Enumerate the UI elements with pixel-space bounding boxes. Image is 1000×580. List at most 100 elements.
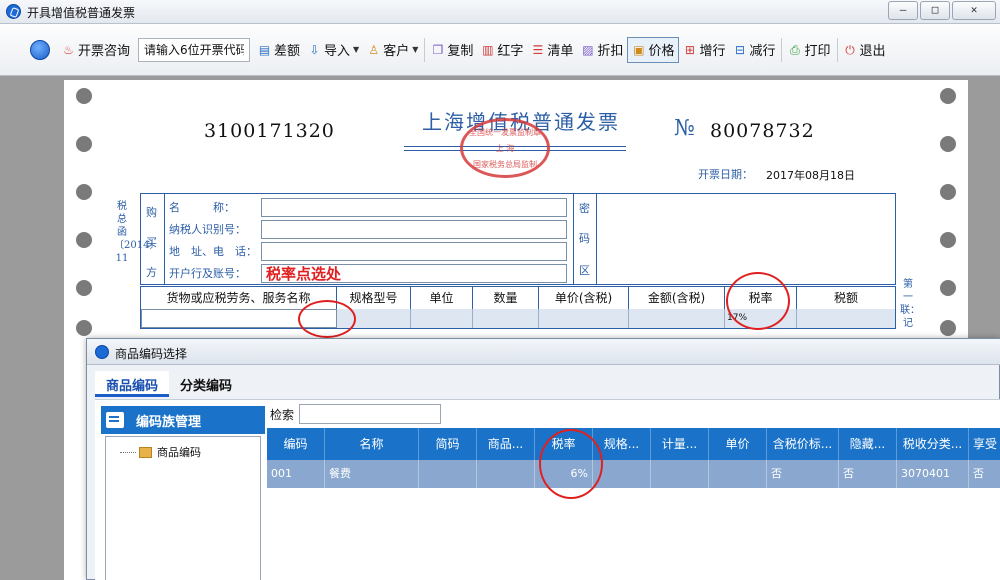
print-button[interactable]: ⎙ 打印 — [784, 37, 834, 63]
search-input[interactable] — [299, 404, 441, 424]
app-logo-icon — [6, 4, 21, 19]
close-button[interactable]: ✕ — [952, 1, 996, 20]
sprocket-hole — [940, 320, 956, 336]
invoice-number: 80078732 — [710, 120, 815, 142]
consult-icon: ♨ — [63, 42, 74, 57]
grid-col-enjoy[interactable]: 享受 — [969, 428, 1000, 460]
grid-col-name[interactable]: 名称 — [325, 428, 419, 460]
col-unit: 单位 — [411, 287, 473, 309]
power-icon: ⏻ — [845, 42, 855, 57]
chevron-down-icon: ▼ — [412, 45, 419, 54]
price-label: 价格 — [648, 44, 675, 59]
highlight-ring-name — [298, 300, 356, 338]
sprocket-hole — [76, 320, 92, 336]
buyer-section: 购 买 方 名 称： 纳税人识别号： 地 址、电 话： 开户行及账号： 密 码 … — [140, 193, 896, 285]
seal-text-mid: 上 海 — [495, 144, 515, 153]
customer-icon: ♙ — [368, 42, 380, 57]
tax-seal-stamp: 全国统一发票监制章 上 海 国家税务总局监制 — [460, 118, 550, 178]
grid-col-code[interactable]: 编码 — [267, 428, 325, 460]
buyer-side-char: 购 — [146, 206, 157, 219]
delete-row-button[interactable]: ⊟ 减行 — [729, 37, 779, 63]
seal-text-bottom: 国家税务总局监制 — [473, 160, 537, 169]
folder-icon — [139, 446, 152, 458]
grid-col-product[interactable]: 商品... — [477, 428, 535, 460]
discount-button[interactable]: ▨ 折扣 — [577, 37, 627, 63]
tax-rate-hint: 税率点选处 — [266, 265, 342, 283]
quantity-cell[interactable] — [473, 309, 539, 328]
cell-product — [477, 460, 535, 488]
exit-button[interactable]: ⏻ 退出 — [840, 37, 890, 63]
cipher-side-char: 密 — [579, 202, 590, 215]
list-button[interactable]: ☰ 清单 — [527, 37, 577, 63]
add-row-button[interactable]: ⊞ 增行 — [679, 37, 729, 63]
diff-button[interactable]: ▤ 差额 — [254, 37, 304, 63]
customer-button[interactable]: ♙ 客户 ▼ — [363, 37, 422, 63]
col-quantity: 数量 — [473, 287, 539, 309]
sprocket-hole — [76, 136, 92, 152]
sprocket-hole — [76, 88, 92, 104]
grid-col-unit-price[interactable]: 单价 — [709, 428, 767, 460]
import-icon: ⇩ — [309, 42, 320, 57]
unit-price-cell[interactable] — [539, 309, 629, 328]
app-home-icon[interactable] — [30, 39, 50, 60]
red-invoice-label: 红字 — [497, 44, 524, 59]
dialog-tabs: 商品编码 分类编码 — [95, 371, 243, 397]
cell-tax-inclusive: 否 — [767, 460, 839, 488]
import-button[interactable]: ⇩ 导入 ▼ — [304, 37, 363, 63]
sprocket-hole — [940, 88, 956, 104]
window-titlebar: 开具增值税普通发票 — □ ✕ — [0, 0, 1000, 24]
maximize-button[interactable]: □ — [920, 1, 950, 20]
cell-unit-price — [709, 460, 767, 488]
sprocket-hole — [76, 232, 92, 248]
cell-hidden: 否 — [839, 460, 897, 488]
highlight-ring-rate — [726, 272, 790, 330]
unit-cell[interactable] — [411, 309, 473, 328]
invoice-code: 3100171320 — [204, 120, 335, 142]
grid-col-hidden[interactable]: 隐藏... — [839, 428, 897, 460]
tab-category-code[interactable]: 分类编码 — [169, 371, 243, 397]
grid-col-short-code[interactable]: 简码 — [419, 428, 477, 460]
code-family-header[interactable]: 编码族管理 — [101, 406, 265, 434]
buyer-name-field[interactable] — [261, 197, 567, 217]
consult-button[interactable]: ♨ 开票咨询 — [58, 37, 134, 63]
dialog-app-icon — [95, 345, 109, 359]
chevron-down-icon: ▼ — [353, 45, 360, 54]
price-button[interactable]: ▣ 价格 — [627, 36, 680, 63]
issue-date-label: 开票日期： — [698, 168, 753, 181]
sprocket-hole — [940, 232, 956, 248]
buyer-side-char: 方 — [146, 266, 157, 279]
invoice-code-input[interactable] — [138, 37, 251, 62]
tab-product-code[interactable]: 商品编码 — [95, 371, 170, 397]
red-invoice-button[interactable]: ▥ 红字 — [477, 37, 527, 63]
search-label: 检索 — [270, 408, 295, 422]
cell-enjoy: 否 — [973, 467, 984, 480]
add-row-label: 增行 — [699, 44, 726, 59]
col-amount: 金额(含税) — [629, 287, 725, 309]
table-row[interactable]: 001 餐费 6% 否 否 3070401 否 — [267, 460, 1000, 488]
cell-measure — [651, 460, 709, 488]
buyer-address-label: 地 址、电 话： — [169, 245, 257, 258]
import-label: 导入 — [324, 44, 351, 59]
buyer-taxid-row: 纳税人识别号： — [169, 218, 567, 240]
code-tree: 商品编码 — [105, 436, 261, 580]
watermark-text: Bai du 经验 — [768, 500, 955, 535]
buyer-address-field[interactable] — [261, 241, 567, 261]
watermark-url: jingyan.baidu.com — [768, 536, 898, 552]
minimize-button[interactable]: — — [888, 1, 918, 20]
col-tax-amount: 税额 — [833, 291, 858, 305]
dialog-titlebar: 商品编码选择 — [87, 339, 1000, 365]
buyer-taxid-field[interactable] — [261, 219, 567, 239]
amount-cell[interactable] — [629, 309, 725, 328]
copy-button[interactable]: ❐ 复制 — [427, 37, 477, 63]
grid-col-measure[interactable]: 计量... — [651, 428, 709, 460]
grid-header: 编码 名称 简码 商品... 税率 规格... 计量... 单价 含税价标...… — [267, 428, 1000, 460]
tree-item-label: 商品编码 — [157, 446, 201, 459]
toolbar-divider — [781, 37, 783, 62]
cell-name: 餐费 — [325, 460, 419, 488]
consult-label: 开票咨询 — [78, 44, 131, 59]
grid-col-tax-inclusive[interactable]: 含税价标... — [767, 428, 839, 460]
tax-amount-cell[interactable] — [797, 309, 895, 328]
grid-col-tax-class[interactable]: 税收分类... — [897, 428, 969, 460]
tree-item-product-code[interactable]: 商品编码 — [120, 444, 201, 460]
printer-icon: ⎙ — [790, 42, 800, 57]
